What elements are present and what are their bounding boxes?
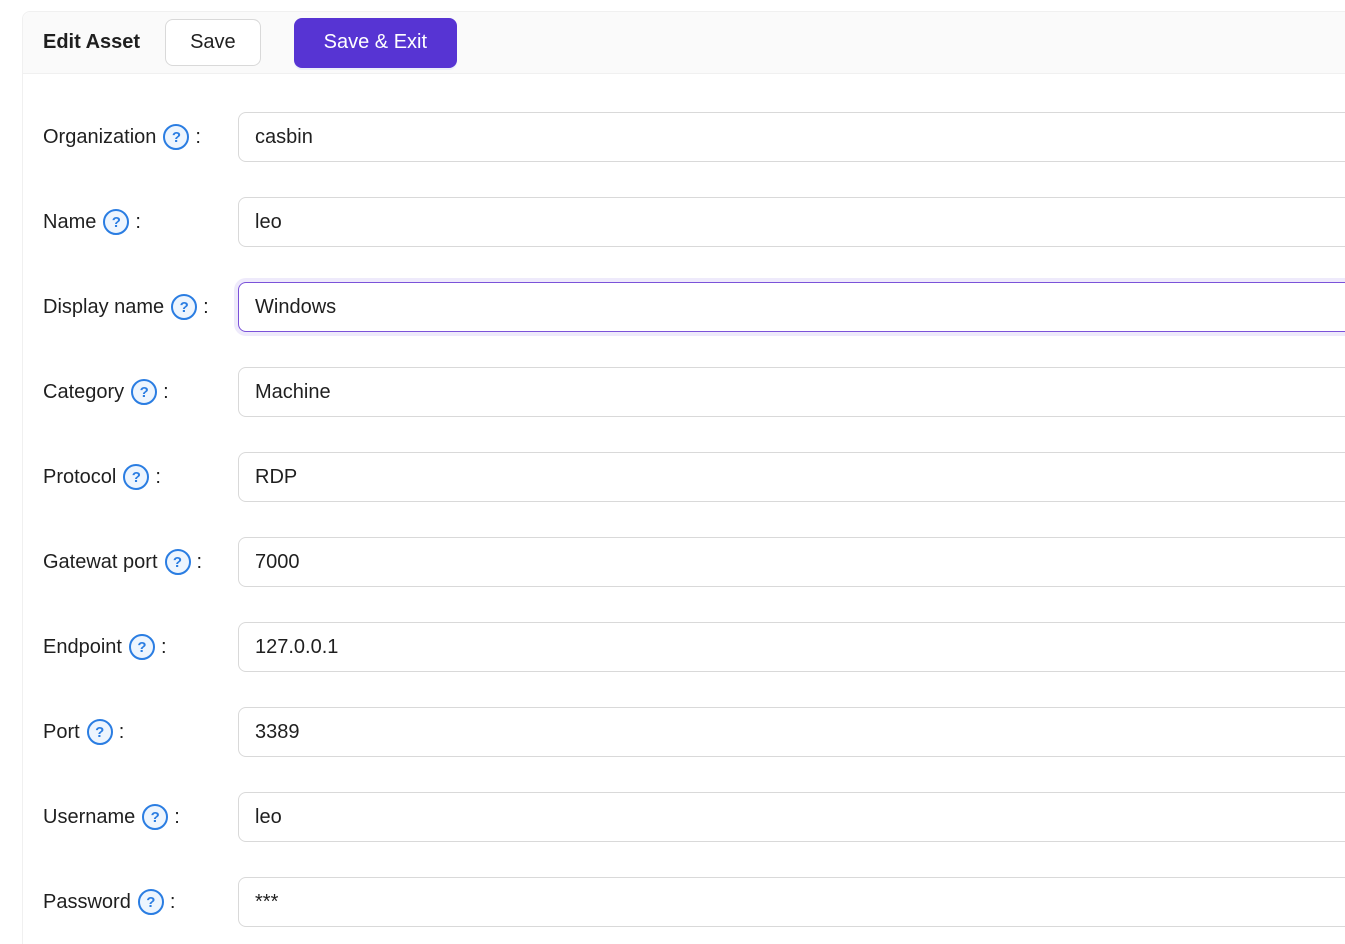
label-colon: :	[169, 890, 176, 913]
field-label-column: Category ? :	[23, 379, 238, 405]
field-label-column: Name ? :	[23, 209, 238, 235]
label-colon: :	[163, 380, 169, 403]
endpoint-input[interactable]	[238, 622, 1345, 672]
edit-asset-form: Organization ? : Name ? : Display name ?…	[23, 74, 1345, 927]
field-label: Organization	[43, 125, 157, 148]
field-label: Endpoint	[43, 635, 122, 658]
field-label: Protocol	[43, 465, 117, 488]
field-label: Password	[43, 890, 131, 913]
question-mark-glyph: ?	[95, 723, 105, 741]
field-label: Port	[43, 720, 80, 743]
label-colon: :	[203, 295, 209, 318]
display-name-input[interactable]	[238, 282, 1345, 332]
field-label: Display name	[43, 295, 165, 318]
field-label: Username	[43, 805, 136, 828]
name-input[interactable]	[238, 197, 1345, 247]
password-input[interactable]	[238, 877, 1345, 927]
label-colon: :	[160, 635, 167, 658]
label-colon: :	[155, 465, 161, 488]
protocol-input[interactable]	[238, 452, 1345, 502]
field-label-column: Display name ? :	[23, 294, 238, 320]
label-colon: :	[135, 210, 141, 233]
field-row-display-name: Display name ? :	[23, 282, 1345, 332]
port-input[interactable]	[238, 707, 1345, 757]
organization-input[interactable]	[238, 112, 1345, 162]
save-and-exit-button[interactable]: Save & Exit	[293, 17, 458, 68]
field-row-category: Category ? :	[23, 367, 1345, 417]
label-colon: :	[196, 550, 203, 573]
question-mark-glyph: ?	[179, 298, 189, 316]
field-label-column: Protocol ? :	[23, 464, 238, 490]
organization-help-icon[interactable]: ?	[163, 124, 190, 150]
category-help-icon[interactable]: ?	[131, 379, 158, 405]
field-label-column: Port ? :	[23, 719, 238, 745]
question-mark-glyph: ?	[131, 468, 141, 486]
field-label-column: Username ? :	[23, 804, 238, 830]
field-row-username: Username ? :	[23, 792, 1345, 842]
question-mark-glyph: ?	[172, 553, 183, 571]
question-mark-glyph: ?	[146, 893, 156, 911]
label-colon: :	[195, 125, 201, 148]
card-header: Edit Asset Save Save & Exit	[23, 12, 1345, 74]
protocol-help-icon[interactable]: ?	[123, 464, 150, 490]
field-row-endpoint: Endpoint ? :	[23, 622, 1345, 672]
gatewat-port-input[interactable]	[238, 537, 1345, 587]
gatewat-port-help-icon[interactable]: ?	[164, 549, 191, 575]
question-mark-glyph: ?	[137, 638, 147, 656]
label-colon: :	[118, 720, 125, 743]
field-row-port: Port ? :	[23, 707, 1345, 757]
label-colon: :	[174, 805, 180, 828]
field-label-column: Gatewat port ? :	[23, 549, 238, 575]
field-label: Gatewat port	[43, 550, 158, 573]
field-row-gatewat-port: Gatewat port ? :	[23, 537, 1345, 587]
field-row-protocol: Protocol ? :	[23, 452, 1345, 502]
question-mark-glyph: ?	[111, 213, 121, 231]
username-help-icon[interactable]: ?	[142, 804, 169, 830]
question-mark-glyph: ?	[171, 128, 181, 146]
field-label: Category	[43, 380, 125, 403]
port-help-icon[interactable]: ?	[86, 719, 113, 745]
edit-asset-card: Edit Asset Save Save & Exit Organization…	[22, 11, 1345, 944]
field-row-organization: Organization ? :	[23, 112, 1345, 162]
password-help-icon[interactable]: ?	[137, 889, 164, 915]
display-name-help-icon[interactable]: ?	[171, 294, 198, 320]
field-label-column: Password ? :	[23, 889, 238, 915]
field-row-password: Password ? :	[23, 877, 1345, 927]
endpoint-help-icon[interactable]: ?	[128, 634, 155, 660]
field-row-name: Name ? :	[23, 197, 1345, 247]
question-mark-glyph: ?	[150, 808, 160, 826]
field-label: Name	[43, 210, 97, 233]
field-label-column: Organization ? :	[23, 124, 238, 150]
page-title: Edit Asset	[43, 31, 141, 53]
category-input[interactable]	[238, 367, 1345, 417]
name-help-icon[interactable]: ?	[103, 209, 130, 235]
save-button[interactable]: Save	[165, 19, 261, 66]
username-input[interactable]	[238, 792, 1345, 842]
field-label-column: Endpoint ? :	[23, 634, 238, 660]
question-mark-glyph: ?	[139, 383, 149, 401]
